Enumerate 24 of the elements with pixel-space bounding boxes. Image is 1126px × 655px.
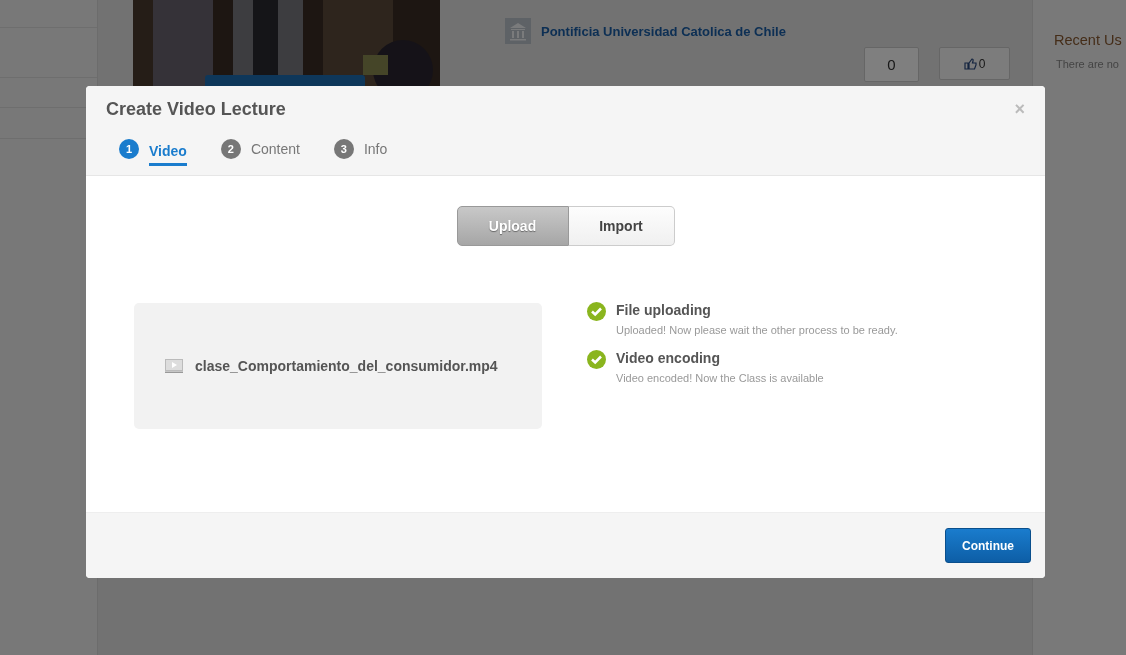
like-button[interactable]: 0: [939, 47, 1010, 80]
step-tab[interactable]: 2 Content: [220, 137, 300, 167]
step-description: Video encoded! Now the Class is available: [616, 372, 824, 384]
institution-link[interactable]: Pontificia Universidad Catolica de Chile: [541, 23, 786, 39]
section-title: Recent Us: [1054, 32, 1123, 48]
step-number: 1: [119, 139, 139, 159]
step-tab[interactable]: 1 Video: [119, 137, 187, 167]
step-title: Video encoding: [616, 350, 721, 366]
step-label: Video: [149, 142, 187, 166]
thumbs-up-icon: [963, 57, 977, 70]
file-name: clase_Comportamiento_del_consumidor.mp4: [195, 358, 498, 374]
step-label: Content: [250, 141, 300, 157]
step-number: 3: [333, 139, 354, 159]
continue-button[interactable]: Continue: [945, 528, 1031, 563]
building-icon: [505, 18, 531, 44]
step-label: Info: [363, 141, 388, 157]
view-count: 0: [864, 47, 919, 82]
step-title: File uploading: [616, 302, 712, 318]
modal-title: Create Video Lecture: [106, 99, 286, 120]
step-tab[interactable]: 3 Info: [333, 137, 388, 167]
step-number: 2: [220, 139, 241, 159]
segment-button[interactable]: Import: [568, 206, 675, 246]
step-description: Uploaded! Now please wait the other process to be ready.: [616, 324, 898, 336]
video-file-icon: [165, 359, 183, 373]
